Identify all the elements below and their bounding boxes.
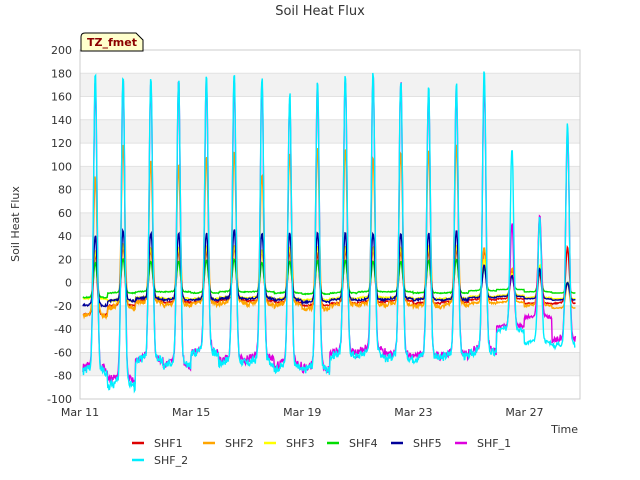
- y-tick-label: -40: [54, 323, 72, 336]
- y-tick-label: -100: [47, 393, 72, 406]
- x-axis-label: Time: [550, 423, 578, 436]
- x-tick-label: Mar 11: [61, 406, 99, 419]
- y-tick-label: 20: [58, 253, 72, 266]
- y-tick-label: 60: [58, 207, 72, 220]
- y-tick-label: -60: [54, 346, 72, 359]
- soil-heat-flux-chart: -100 -80 -60 -40 -20 0 20 40 60 80 100 120 140 160 180…: [0, 0, 640, 480]
- grid-band: [80, 259, 580, 283]
- y-tick-label: 160: [51, 91, 72, 104]
- grid-band: [80, 73, 580, 97]
- x-tick-label: Mar 27: [505, 406, 543, 419]
- y-tick-label: -80: [54, 370, 72, 383]
- y-tick-label: 140: [51, 114, 72, 127]
- chart-title: Soil Heat Flux: [275, 4, 365, 19]
- legend-label-shf1: SHF1: [154, 437, 183, 450]
- y-tick-label: 120: [51, 137, 72, 150]
- y-tick-label: 100: [51, 160, 72, 173]
- x-tick-label: Mar 23: [394, 406, 432, 419]
- legend-label-shf-2: SHF_2: [154, 454, 188, 467]
- x-tick-label: Mar 15: [172, 406, 210, 419]
- grid-band: [80, 166, 580, 190]
- y-tick-label: 40: [58, 230, 72, 243]
- y-tick-label: 80: [58, 184, 72, 197]
- y-tick-label: -20: [54, 300, 72, 313]
- y-tick-label: 0: [65, 277, 72, 290]
- y-tick-label: 200: [51, 44, 72, 57]
- y-axis-label: Soil Heat Flux: [9, 186, 22, 262]
- legend-label-shf2: SHF2: [225, 437, 254, 450]
- grid-band: [80, 212, 580, 237]
- legend-label-shf4: SHF4: [349, 437, 378, 450]
- y-tick-label: 180: [51, 67, 72, 80]
- legend-label-shf3: SHF3: [286, 437, 315, 450]
- site-badge: TZ_fmet: [80, 32, 144, 52]
- grid-band: [80, 119, 580, 144]
- site-badge-label: TZ_fmet: [87, 36, 137, 49]
- legend-label-shf5: SHF5: [413, 437, 442, 450]
- legend-label-shf-1: SHF_1: [477, 437, 511, 450]
- x-tick-label: Mar 19: [283, 406, 321, 419]
